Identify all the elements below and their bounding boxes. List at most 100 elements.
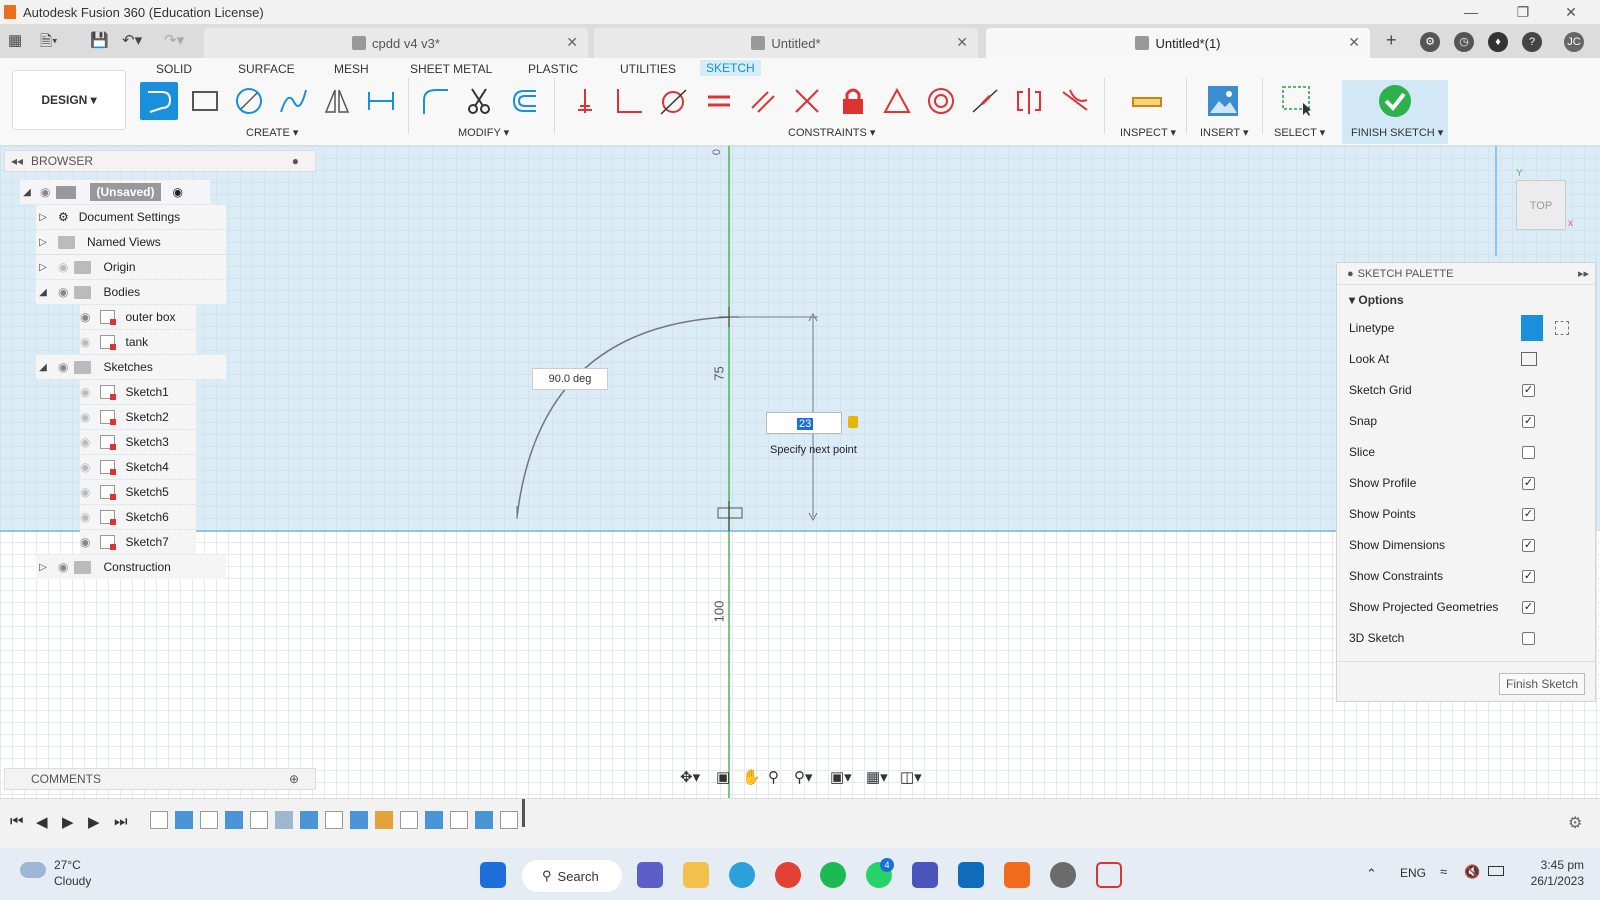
spline-tool-icon[interactable] [274,82,312,120]
eye-off-icon[interactable]: ◉ [80,460,90,474]
eye-icon[interactable]: ◉ [80,310,90,324]
minimize-button[interactable]: — [1448,0,1494,24]
show-constraints-checkbox[interactable]: ✓ [1522,569,1535,583]
chat-app-icon[interactable] [637,862,663,888]
slice-checkbox[interactable] [1522,445,1535,459]
create-menu[interactable]: CREATE ▾ [246,126,298,139]
tab-sheet-metal[interactable]: SHEET METAL [410,62,492,76]
timeline-sketch-icon[interactable] [400,811,418,829]
snap-checkbox[interactable]: ✓ [1522,414,1535,428]
timeline-extrude-icon[interactable] [300,811,318,829]
timeline-extrude-icon[interactable] [175,811,193,829]
show-points-checkbox[interactable]: ✓ [1522,507,1535,521]
trim-tool-icon[interactable] [460,82,498,120]
first-step-icon[interactable]: ⏮ [10,813,24,830]
display-settings-icon[interactable]: ▣▾ [830,768,852,786]
eye-icon[interactable]: ◉ [58,360,68,374]
eye-off-icon[interactable]: ◉ [80,485,90,499]
tree-document-settings[interactable]: ▷ ⚙ Document Settings [36,205,226,229]
taskbar-search[interactable]: ⚲ Search [522,860,622,892]
eye-icon[interactable]: ◉ [58,560,68,574]
dimension-tool-icon[interactable] [362,82,400,120]
tree-sketch5[interactable]: ◉ Sketch5 [80,480,196,504]
start-button[interactable] [480,862,506,888]
extensions-icon[interactable]: ⚙ [1420,32,1440,52]
eye-icon[interactable]: ◉ [40,185,50,199]
file-explorer-icon[interactable] [683,862,709,888]
tree-sketches[interactable]: ◢ ◉ Sketches [36,355,226,379]
close-window-button[interactable]: ✕ [1548,0,1594,24]
linetype-normal-icon[interactable] [1521,315,1543,341]
equal-icon[interactable] [700,82,738,120]
horizontal-vertical-icon[interactable] [566,82,604,120]
tab-mesh[interactable]: MESH [334,62,369,76]
close-tab-icon[interactable]: ✕ [566,34,578,51]
tab-cpdd[interactable]: cpdd v4 v3* ✕ [204,28,588,58]
outlook-icon[interactable] [958,862,984,888]
tree-bodies[interactable]: ◢ ◉ Bodies [36,280,226,304]
fusion360-taskbar-icon[interactable] [1004,862,1030,888]
snipping-tool-icon[interactable] [1096,862,1122,888]
save-icon[interactable]: 💾 [90,31,109,49]
tree-sketch1[interactable]: ◉ Sketch1 [80,380,196,404]
timeline-revolve-icon[interactable] [375,811,393,829]
grid-settings-icon[interactable]: ▦▾ [866,768,888,786]
weather-temp[interactable]: 27°C [54,858,81,872]
eye-icon[interactable]: ◉ [80,535,90,549]
mirror-tool-icon[interactable] [318,82,356,120]
show-hidden-icons[interactable]: ⌃ [1366,866,1377,882]
last-step-icon[interactable]: ⏭ [114,813,128,830]
palette-expand-icon[interactable]: ▸▸ [1578,267,1589,280]
midpoint-icon[interactable] [878,82,916,120]
activate-radio-icon[interactable]: ◉ [173,185,183,199]
zoom-icon[interactable]: ⚲ [768,768,779,786]
tree-named-views[interactable]: ▷ Named Views [36,230,226,254]
tab-untitled[interactable]: Untitled* ✕ [594,28,978,58]
select-box-icon[interactable] [1278,82,1316,120]
apps-grid-icon[interactable]: ▦ [8,31,22,49]
language-indicator[interactable]: ENG [1400,866,1426,880]
help-icon[interactable]: ? [1522,32,1542,52]
3d-sketch-checkbox[interactable] [1522,631,1535,645]
tree-construction[interactable]: ▷ ◉ Construction [36,555,226,579]
tab-untitled-1[interactable]: Untitled*(1) ✕ [986,28,1370,58]
tree-sketch2[interactable]: ◉ Sketch2 [80,405,196,429]
fillet-tool-icon[interactable] [416,82,454,120]
fit-icon[interactable]: ⚲▾ [794,768,813,786]
timeline-sketch-icon[interactable] [150,811,168,829]
close-tab-icon[interactable]: ✕ [1348,34,1360,51]
tree-tank[interactable]: ◉ tank [80,330,196,354]
settings-icon[interactable] [1050,862,1076,888]
eye-off-icon[interactable]: ◉ [80,510,90,524]
wifi-icon[interactable]: ≈ [1440,864,1447,879]
insert-menu[interactable]: INSERT ▾ [1200,126,1249,139]
timeline-extrude-icon[interactable] [350,811,368,829]
options-section[interactable]: ▾ Options [1349,293,1404,307]
angle-dimension[interactable]: 90.0 deg [532,368,608,390]
circle-tool-icon[interactable] [230,82,268,120]
finish-sketch-button[interactable]: Finish Sketch [1499,673,1585,695]
prev-step-icon[interactable]: ◀ [36,813,48,831]
line-tool-icon[interactable] [140,82,178,120]
expand-icon[interactable]: ▷ [36,262,50,273]
eye-off-icon[interactable]: ◉ [80,385,90,399]
timeline-sketch-icon[interactable] [250,811,268,829]
look-at-nav-icon[interactable]: ▣ [716,768,730,786]
tree-sketch4[interactable]: ◉ Sketch4 [80,455,196,479]
viewports-icon[interactable]: ◫▾ [900,768,922,786]
clock-date[interactable]: 26/1/2023 [1516,874,1584,888]
measure-icon[interactable] [1128,82,1166,120]
tab-solid[interactable]: SOLID [156,62,192,76]
new-tab-icon[interactable]: + [1386,30,1397,51]
undo-icon[interactable]: ↶▾ [122,31,142,49]
eye-off-icon[interactable]: ◉ [80,435,90,449]
viewcube[interactable]: TOP [1516,180,1566,230]
show-dimensions-checkbox[interactable]: ✓ [1522,538,1535,552]
collapse-icon[interactable]: ◢ [36,287,50,298]
curvature-icon[interactable] [1056,82,1094,120]
tree-outer-box[interactable]: ◉ outer box [80,305,196,329]
volume-muted-icon[interactable]: 🔇 [1464,864,1480,880]
tree-sketch6[interactable]: ◉ Sketch6 [80,505,196,529]
symmetry-icon[interactable] [1010,82,1048,120]
chrome-icon[interactable] [775,862,801,888]
